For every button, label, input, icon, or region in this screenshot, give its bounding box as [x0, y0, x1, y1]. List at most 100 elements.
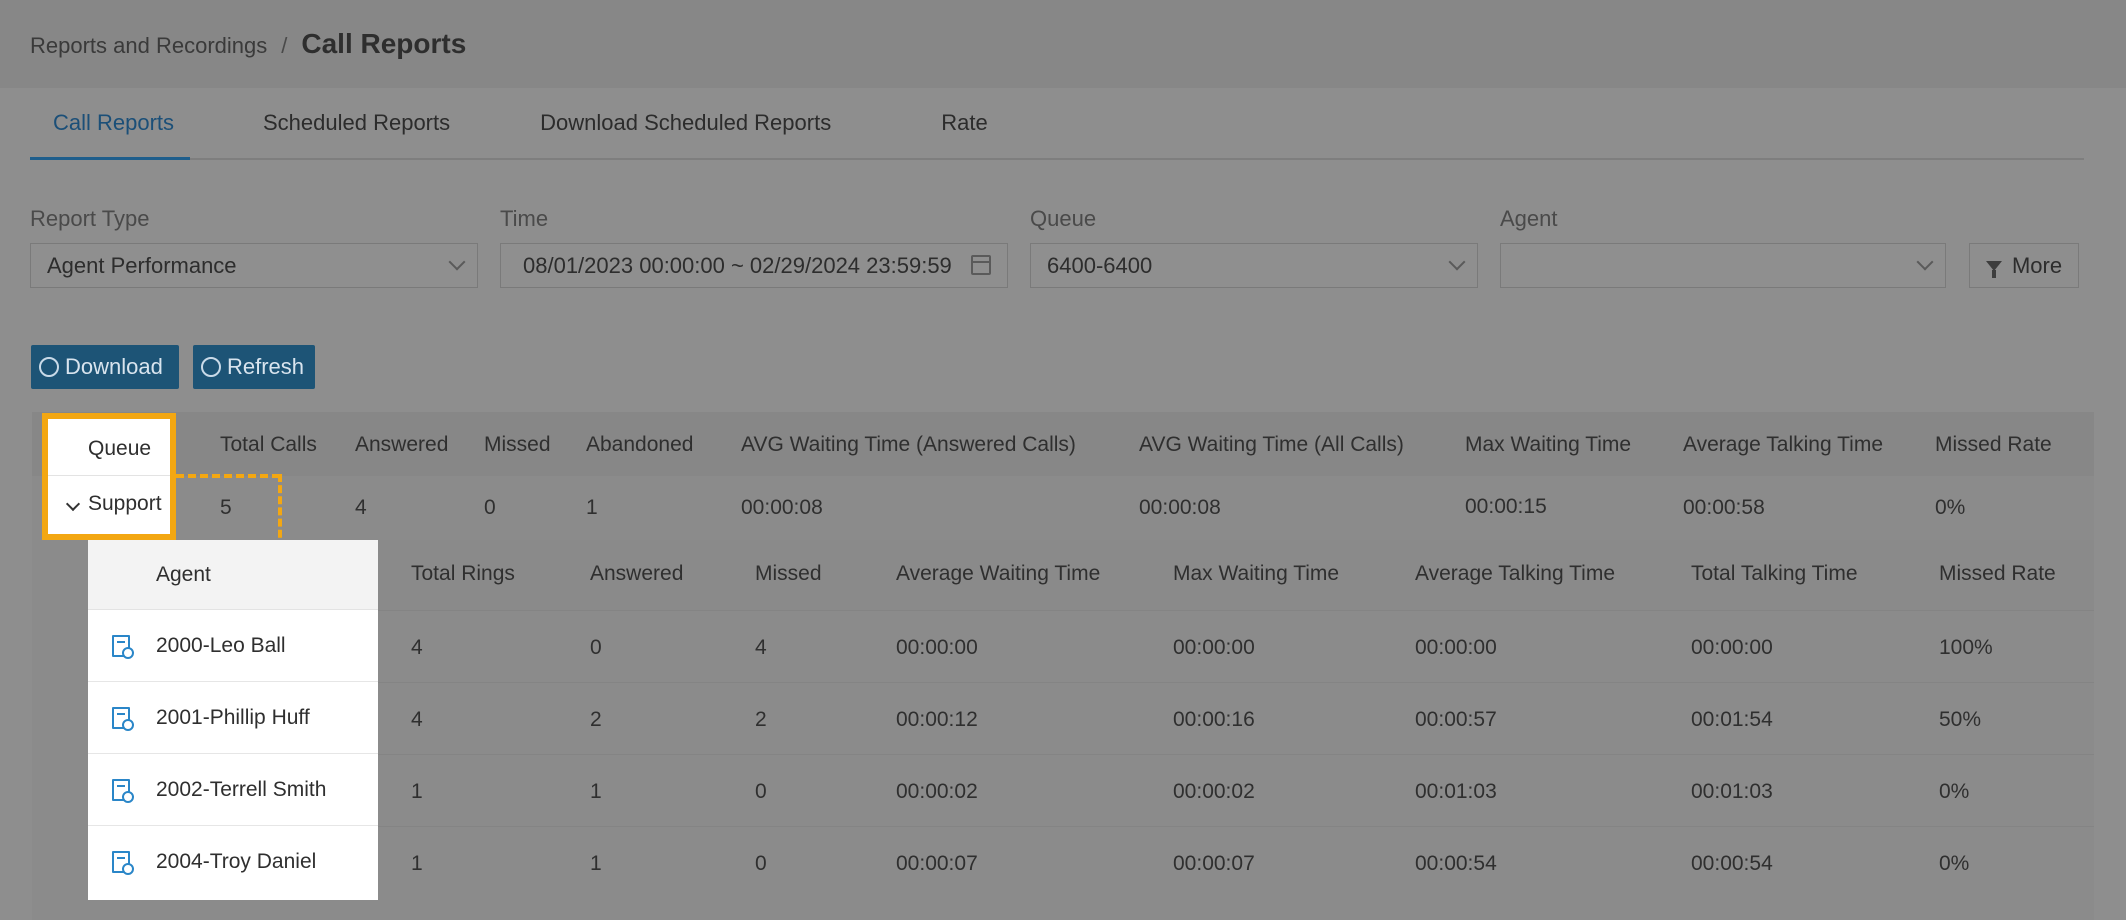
- missed: 0: [755, 852, 767, 875]
- total-rings: 4: [411, 636, 423, 659]
- agent-label: Agent: [1500, 206, 1558, 231]
- breadcrumb-separator: /: [281, 33, 288, 58]
- agent-name: 2001-Phillip Huff: [156, 705, 310, 729]
- queue-name-support[interactable]: Support: [88, 492, 162, 516]
- missed: 0: [755, 780, 767, 803]
- queue-avg-waiting-answered: 00:00:08: [741, 496, 823, 519]
- calendar-icon: [971, 255, 991, 275]
- agent-select[interactable]: [1500, 243, 1946, 288]
- more-filters-button[interactable]: More: [1969, 243, 2079, 288]
- tab-call-reports[interactable]: Call Reports: [30, 108, 190, 160]
- queue-abandoned: 1: [586, 496, 598, 519]
- header-abandoned: Abandoned: [586, 433, 694, 456]
- total-rings: 4: [411, 708, 423, 731]
- max-waiting: 00:00:02: [1173, 780, 1255, 803]
- annotation-dashed-line: [176, 474, 280, 478]
- header-max-waiting: Max Waiting Time: [1465, 433, 1632, 456]
- row-divider: [88, 754, 2094, 755]
- report-detail-icon[interactable]: [112, 851, 134, 875]
- avg-talking: 00:01:03: [1415, 780, 1497, 803]
- header-missed-rate: Missed Rate: [1935, 433, 2052, 456]
- download-label: Download: [65, 354, 163, 379]
- row-divider: [88, 682, 2094, 683]
- agent-row-name[interactable]: 2002-Terrell Smith: [88, 754, 378, 826]
- header-avg-waiting-all: AVG Waiting Time (All Calls): [1139, 433, 1404, 456]
- refresh-label: Refresh: [227, 354, 305, 379]
- avg-waiting: 00:00:02: [896, 780, 978, 803]
- header-answered: Answered: [355, 433, 449, 456]
- avg-waiting: 00:00:07: [896, 852, 978, 875]
- missed: 4: [755, 636, 767, 659]
- total-talking: 00:01:54: [1691, 708, 1773, 731]
- agent-column-panel: Agent 2000-Leo Ball 2001-Phillip Huff 20…: [88, 540, 378, 900]
- tab-rate[interactable]: Rate: [918, 108, 1010, 160]
- report-type-label: Report Type: [30, 206, 150, 231]
- agent-header-max-waiting: Max Waiting Time: [1173, 562, 1340, 585]
- tab-scheduled-reports[interactable]: Scheduled Reports: [240, 108, 473, 160]
- filter-icon: [1985, 260, 2002, 278]
- missed-rate: 0%: [1939, 780, 1970, 803]
- agent-header-answered: Answered: [590, 562, 684, 585]
- queue-value: 6400-6400: [1047, 252, 1153, 278]
- max-waiting: 00:00:07: [1173, 852, 1255, 875]
- agent-header: Agent: [88, 540, 378, 610]
- header-queue: Queue: [88, 437, 152, 460]
- agent-header-avg-waiting: Average Waiting Time: [896, 562, 1101, 585]
- queue-avg-talking: 00:00:58: [1683, 496, 1765, 519]
- queue-max-waiting: 00:00:15: [1465, 495, 1547, 518]
- avg-waiting: 00:00:12: [896, 708, 978, 731]
- report-detail-icon[interactable]: [112, 779, 134, 803]
- queue-highlight-box: Queue Support: [42, 413, 176, 540]
- report-type-select[interactable]: Agent Performance: [30, 243, 478, 288]
- agent-row-name[interactable]: 2001-Phillip Huff: [88, 682, 378, 754]
- avg-waiting: 00:00:00: [896, 636, 978, 659]
- answered: 0: [590, 636, 602, 659]
- avg-talking: 00:00:54: [1415, 852, 1497, 875]
- chevron-down-icon: [1448, 253, 1466, 271]
- report-detail-icon[interactable]: [112, 707, 134, 731]
- agent-header-total-rings: Total Rings: [411, 562, 515, 585]
- agent-header-avg-talking: Average Talking Time: [1415, 562, 1616, 585]
- queue-label: Queue: [1030, 206, 1097, 231]
- header-avg-talking: Average Talking Time: [1683, 433, 1884, 456]
- header-total-calls: Total Calls: [220, 433, 317, 456]
- max-waiting: 00:00:00: [1173, 636, 1255, 659]
- chevron-down-icon: [448, 253, 466, 271]
- answered: 1: [590, 852, 602, 875]
- answered: 2: [590, 708, 602, 731]
- avg-talking: 00:00:00: [1415, 636, 1497, 659]
- queue-select[interactable]: 6400-6400: [1030, 243, 1478, 288]
- missed-rate: 100%: [1939, 636, 1993, 659]
- report-detail-icon[interactable]: [112, 635, 134, 659]
- answered: 1: [590, 780, 602, 803]
- queue-avg-waiting-all: 00:00:08: [1139, 496, 1221, 519]
- time-range-picker[interactable]: 08/01/2023 00:00:00 ~ 02/29/2024 23:59:5…: [500, 243, 1008, 288]
- queue-total-calls: 5: [220, 496, 232, 519]
- agent-row-name[interactable]: 2000-Leo Ball: [88, 610, 378, 682]
- agent-row-name[interactable]: 2004-Troy Daniel: [88, 826, 378, 898]
- agent-name: 2004-Troy Daniel: [156, 850, 317, 873]
- agent-name: 2000-Leo Ball: [156, 633, 286, 657]
- queue-answered: 4: [355, 496, 367, 519]
- refresh-button[interactable]: Refresh: [193, 345, 315, 389]
- cloud-download-icon: [39, 357, 59, 377]
- tab-download-scheduled-reports[interactable]: Download Scheduled Reports: [517, 108, 854, 160]
- total-rings: 1: [411, 852, 423, 875]
- agent-header-missed-rate: Missed Rate: [1939, 562, 2056, 585]
- max-waiting: 00:00:16: [1173, 708, 1255, 731]
- total-rings: 1: [411, 780, 423, 803]
- time-range-value: 08/01/2023 00:00:00 ~ 02/29/2024 23:59:5…: [523, 252, 952, 278]
- missed: 2: [755, 708, 767, 731]
- more-label: More: [2011, 252, 2063, 278]
- download-button[interactable]: Download: [31, 345, 179, 389]
- total-talking: 00:01:03: [1691, 780, 1773, 803]
- missed-rate: 50%: [1939, 708, 1982, 731]
- time-label: Time: [500, 206, 549, 231]
- breadcrumb-parent[interactable]: Reports and Recordings: [30, 33, 267, 59]
- page-title: Call Reports: [301, 28, 467, 59]
- agent-header-total-talking: Total Talking Time: [1691, 562, 1858, 585]
- expand-chevron-icon[interactable]: [65, 496, 81, 512]
- chevron-down-icon: [1916, 253, 1934, 271]
- breadcrumb: Reports and Recordings / Call Reports: [30, 28, 466, 60]
- refresh-icon: [201, 357, 221, 377]
